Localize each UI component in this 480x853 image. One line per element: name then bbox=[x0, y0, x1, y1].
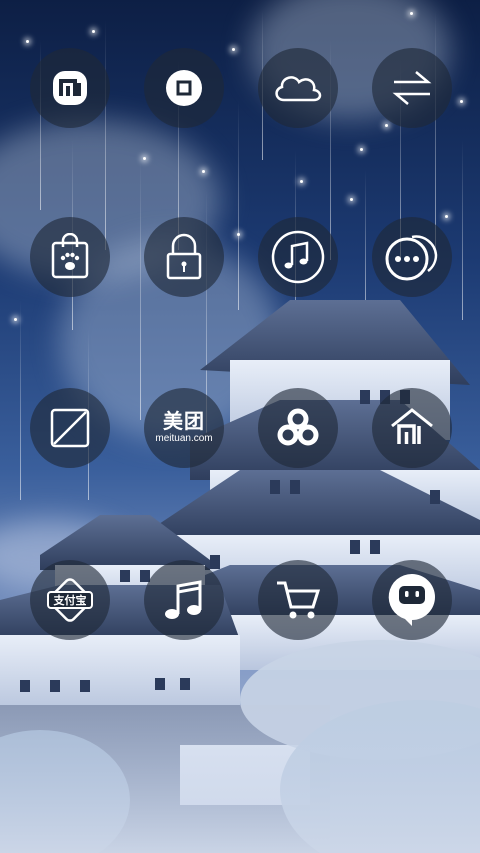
chat-bubbles-icon[interactable] bbox=[372, 217, 452, 297]
infinity-chain-icon-glyph bbox=[277, 408, 319, 446]
lock-icon-glyph bbox=[166, 233, 202, 280]
alipay-icon-glyph: 支付宝 bbox=[47, 578, 93, 622]
chat-bubbles-icon-glyph bbox=[385, 235, 438, 281]
speech-bubble-icon[interactable] bbox=[372, 560, 452, 640]
alipay-icon[interactable]: 支付宝 bbox=[30, 560, 110, 640]
mi-store-icon-glyph bbox=[53, 71, 87, 105]
shopping-cart-icon[interactable] bbox=[258, 560, 338, 640]
infinity-chain-icon[interactable] bbox=[258, 388, 338, 468]
music-note-icon[interactable] bbox=[258, 217, 338, 297]
home-screen-grid: 美团 meituan.com 支付宝 bbox=[0, 0, 480, 853]
music-note-icon-glyph bbox=[271, 230, 325, 284]
square-slash-icon-glyph bbox=[50, 408, 90, 448]
mi-store-icon[interactable] bbox=[30, 48, 110, 128]
cloud-icon-glyph bbox=[275, 76, 322, 102]
meituan-chinese-label: 美团 bbox=[163, 411, 205, 433]
stop-button-icon-glyph bbox=[166, 70, 202, 106]
stop-button-icon[interactable] bbox=[144, 48, 224, 128]
music-note-2-icon-glyph bbox=[165, 580, 202, 619]
transfer-arrows-icon[interactable] bbox=[372, 48, 452, 128]
transfer-arrows-icon-glyph bbox=[392, 71, 432, 105]
meituan-icon[interactable]: 美团 meituan.com bbox=[144, 388, 224, 468]
lock-icon[interactable] bbox=[144, 217, 224, 297]
speech-bubble-icon-glyph bbox=[388, 573, 435, 626]
shopping-bag-paw-icon[interactable] bbox=[30, 217, 110, 297]
music-note-2-icon[interactable] bbox=[144, 560, 224, 640]
shopping-bag-paw-icon-glyph bbox=[51, 233, 89, 279]
alipay-label: 支付宝 bbox=[53, 593, 87, 607]
meituan-domain-label: meituan.com bbox=[155, 433, 213, 444]
shopping-cart-icon-glyph bbox=[277, 581, 321, 619]
square-slash-icon[interactable] bbox=[30, 388, 110, 468]
mi-home-icon-glyph bbox=[391, 408, 433, 444]
mi-home-icon[interactable] bbox=[372, 388, 452, 468]
cloud-icon[interactable] bbox=[258, 48, 338, 128]
